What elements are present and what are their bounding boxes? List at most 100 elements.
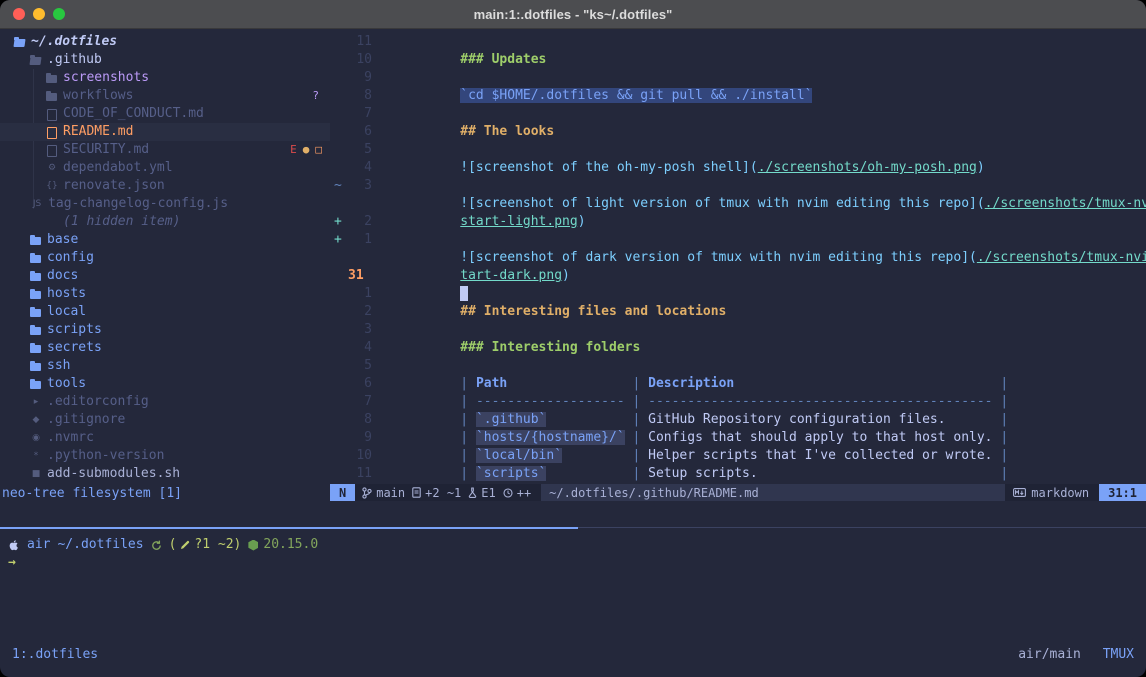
cursor-position: 31:1	[1099, 484, 1146, 501]
file-icon	[30, 357, 42, 375]
file-name: tools	[47, 375, 86, 393]
git-status-marks	[228, 447, 322, 501]
tree-indent	[14, 456, 30, 457]
tree-indent	[14, 240, 30, 241]
tree-indent	[14, 114, 46, 115]
line-number: 5	[348, 357, 372, 375]
titlebar[interactable]: main:1:.dotfiles - "ks~/.dotfiles"	[0, 0, 1146, 29]
line-number: 7	[348, 105, 372, 123]
file-icon	[46, 141, 58, 159]
line-number: 11	[348, 465, 372, 483]
file-name: .nvmrc	[47, 429, 94, 447]
file-tree-item[interactable]: ■ add-submodules.sh	[0, 465, 330, 483]
apple-icon	[8, 538, 20, 552]
line-number: 10	[348, 51, 372, 69]
markdown-icon	[1013, 488, 1026, 497]
file-name: ssh	[47, 357, 70, 375]
file-name: tag-changelog-config.js	[48, 195, 228, 213]
buffer-icon	[412, 487, 421, 498]
line-number: 6	[348, 375, 372, 393]
tree-indent	[14, 204, 31, 205]
tmux-window-tab[interactable]: 1:.dotfiles	[12, 646, 98, 664]
text-segment: `scripts`	[476, 466, 546, 481]
line-number: 4	[348, 159, 372, 177]
file-icon: *	[30, 447, 42, 465]
file-name: local	[47, 303, 86, 321]
text-segment: ./screenshots/tmux-nvim-kicks	[977, 250, 1146, 265]
filetype-label: markdown	[1031, 484, 1089, 502]
file-icon	[30, 375, 42, 393]
tree-indent	[14, 294, 30, 295]
file-name: renovate.json	[63, 177, 165, 195]
shell-prompt: air ~/.dotfiles ( ?1 ~2) 20.15.0	[8, 536, 318, 554]
line-number: 8	[348, 87, 372, 105]
tree-indent	[14, 474, 30, 475]
diagnostics-count: E1	[481, 484, 495, 502]
file-name: (1 hidden item)	[63, 213, 180, 231]
file-icon	[30, 249, 42, 267]
line-number: 8	[348, 411, 372, 429]
file-icon	[30, 303, 42, 321]
pencil-icon	[180, 540, 190, 550]
file-icon	[46, 123, 58, 141]
window-title: main:1:.dotfiles - "ks~/.dotfiles"	[0, 7, 1146, 22]
file-icon	[46, 87, 58, 105]
editor-buffer[interactable]: 11 ### Updates 10 9	[330, 33, 1146, 483]
line-number: 9	[348, 429, 372, 447]
tmux-session-host: air/main	[1018, 647, 1081, 662]
file-name: add-submodules.sh	[47, 465, 180, 483]
git-sign: +	[330, 231, 348, 249]
tmux-status-bar: 1:.dotfiles air/main TMUX	[0, 644, 1146, 666]
file-icon	[46, 69, 58, 87]
line-number: 2	[348, 213, 372, 231]
file-icon: JS	[31, 195, 43, 213]
line-text: | `scripts` | Setup scripts. |	[382, 429, 1008, 483]
tree-indent	[14, 330, 30, 331]
git-branch-segment: main	[362, 484, 405, 502]
pane-divider-active[interactable]	[0, 527, 578, 529]
file-name: .editorconfig	[47, 393, 149, 411]
git-status-segment: ( ?1 ~2)	[169, 536, 242, 554]
file-icon: ■	[30, 465, 42, 483]
file-path[interactable]: ~/.dotfiles/.github/README.md	[541, 484, 1005, 501]
statusline: N main +2 ~1 E1	[330, 484, 1146, 501]
file-icon: ▸	[30, 393, 42, 411]
tree-indent	[14, 258, 30, 259]
line-number: 3	[348, 321, 372, 339]
file-icon	[14, 33, 26, 51]
file-name: dependabot.yml	[63, 159, 173, 177]
file-name: workflows	[63, 87, 133, 105]
file-icon	[30, 339, 42, 357]
git-sign: +	[330, 213, 348, 231]
line-number: 9	[348, 69, 372, 87]
tree-indent	[14, 96, 46, 97]
file-icon: {}	[46, 177, 58, 195]
file-icon	[30, 321, 42, 339]
extra-flags: ++	[517, 484, 531, 502]
file-icon	[46, 105, 58, 123]
line-number: 3	[348, 177, 372, 195]
line-number: 1	[348, 231, 372, 249]
file-name: ~/.dotfiles	[31, 33, 117, 51]
terminal-content: ~/.dotfiles .github	[0, 28, 1146, 677]
file-name: screenshots	[63, 69, 149, 87]
file-icon: ⚙	[46, 159, 58, 177]
tree-indent	[14, 420, 30, 421]
pane-divider[interactable]	[578, 527, 1146, 528]
extra-segment: ++	[503, 484, 531, 502]
file-icon: ◉	[30, 429, 42, 447]
text-segment: |	[758, 466, 1008, 481]
file-name: SECURITY.md	[63, 141, 149, 159]
prompt-symbol[interactable]: →	[8, 554, 16, 572]
text-segment: Setup scripts.	[648, 466, 758, 481]
git-sign: ~	[330, 177, 348, 195]
file-name: secrets	[47, 339, 102, 357]
git-counts: ?1 ~2)	[194, 536, 241, 554]
tree-indent	[14, 402, 30, 403]
vim-mode-indicator: N	[330, 484, 355, 501]
tree-indent	[14, 150, 46, 151]
line-number: 11	[348, 33, 372, 51]
tree-indent	[14, 366, 30, 367]
line-number: 6	[348, 123, 372, 141]
text-segment: ./screenshots/tmux-nvim-kick	[985, 196, 1146, 211]
